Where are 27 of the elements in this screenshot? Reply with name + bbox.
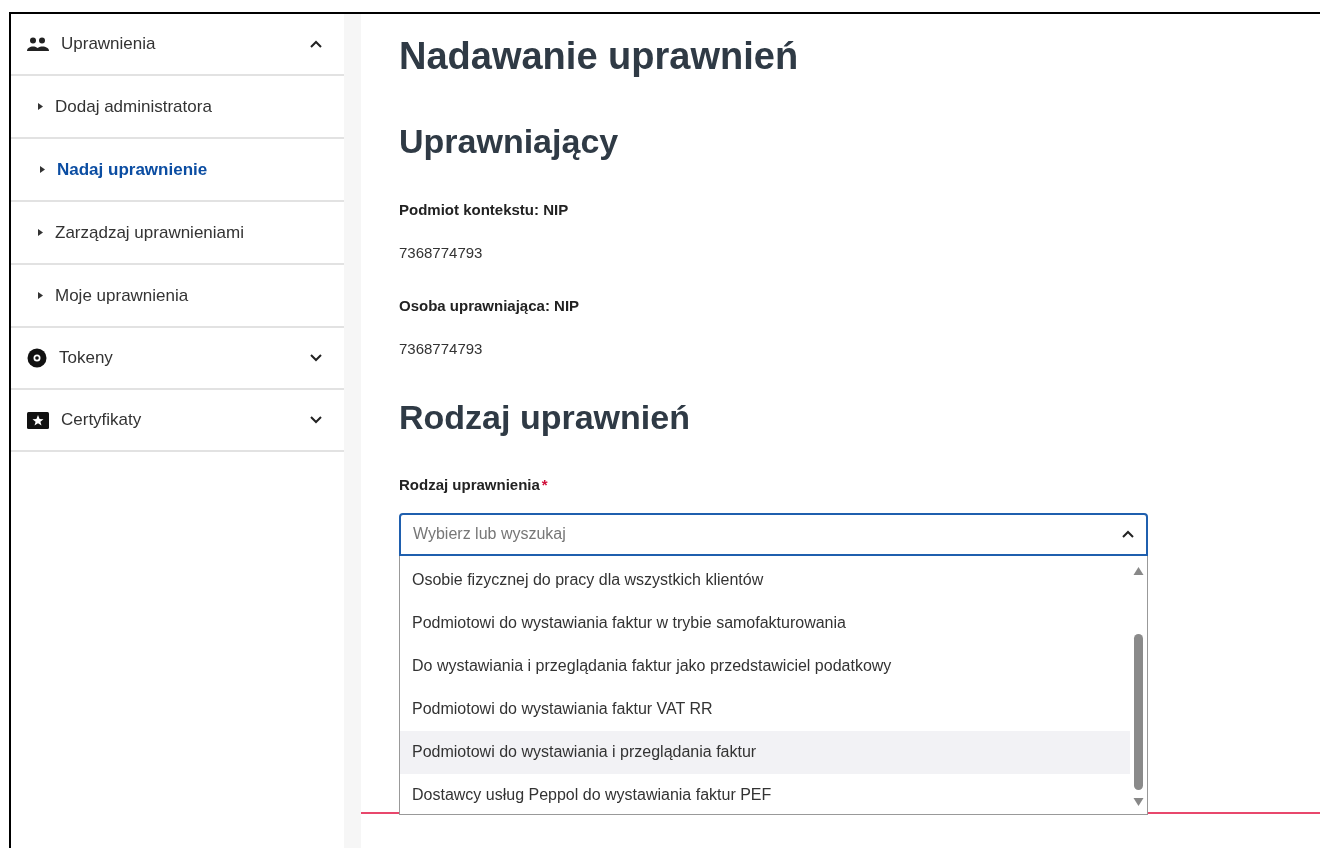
- field-value: 7368774793: [399, 242, 484, 263]
- required-mark: *: [541, 475, 548, 495]
- field-value: 7368774793: [399, 338, 484, 359]
- dropdown-option[interactable]: Osobie fizycznej do pracy dla wszystkich klientów: [400, 558, 1130, 602]
- field-label: Rodzaj uprawnienia: [399, 475, 540, 495]
- chevron-up-icon: [1122, 529, 1134, 538]
- page-title: Nadawanie uprawnień: [399, 34, 800, 79]
- dropdown-option[interactable]: Do wystawiania i przeglądania faktur jako przedstawiciel podatkowy: [400, 644, 1130, 688]
- section-heading: Rodzaj uprawnień: [399, 397, 691, 438]
- triangle-bullet-icon: [38, 103, 43, 110]
- triangle-bullet-icon: [38, 229, 43, 236]
- token-icon: [27, 348, 47, 368]
- field-label: Osoba uprawniająca: NIP: [399, 296, 581, 316]
- field-label: Podmiot kontekstu: NIP: [399, 200, 570, 220]
- section-heading: Uprawniający: [399, 121, 620, 162]
- triangle-bullet-icon: [40, 166, 45, 173]
- people-icon: [27, 37, 49, 51]
- dropdown-option[interactable]: Podmiotowi do wystawiania faktur w trybie samofakturowania: [400, 601, 1130, 645]
- triangle-bullet-icon: [38, 292, 43, 299]
- dropdown-option[interactable]: Podmiotowi do wystawiania i przeglądania faktur: [400, 730, 1130, 774]
- chevron-up-icon: [310, 40, 322, 48]
- dropdown-option[interactable]: Dostawcy usług Peppol do wystawiania faktur PEF: [400, 773, 1130, 817]
- chevron-down-icon: [310, 354, 322, 362]
- certificate-icon: [27, 411, 49, 429]
- dropdown-option[interactable]: Podmiotowi do wystawiania faktur VAT RR: [400, 687, 1130, 731]
- chevron-down-icon: [310, 416, 322, 424]
- select-field[interactable]: Wybierz lub wyszukaj: [399, 512, 1148, 556]
